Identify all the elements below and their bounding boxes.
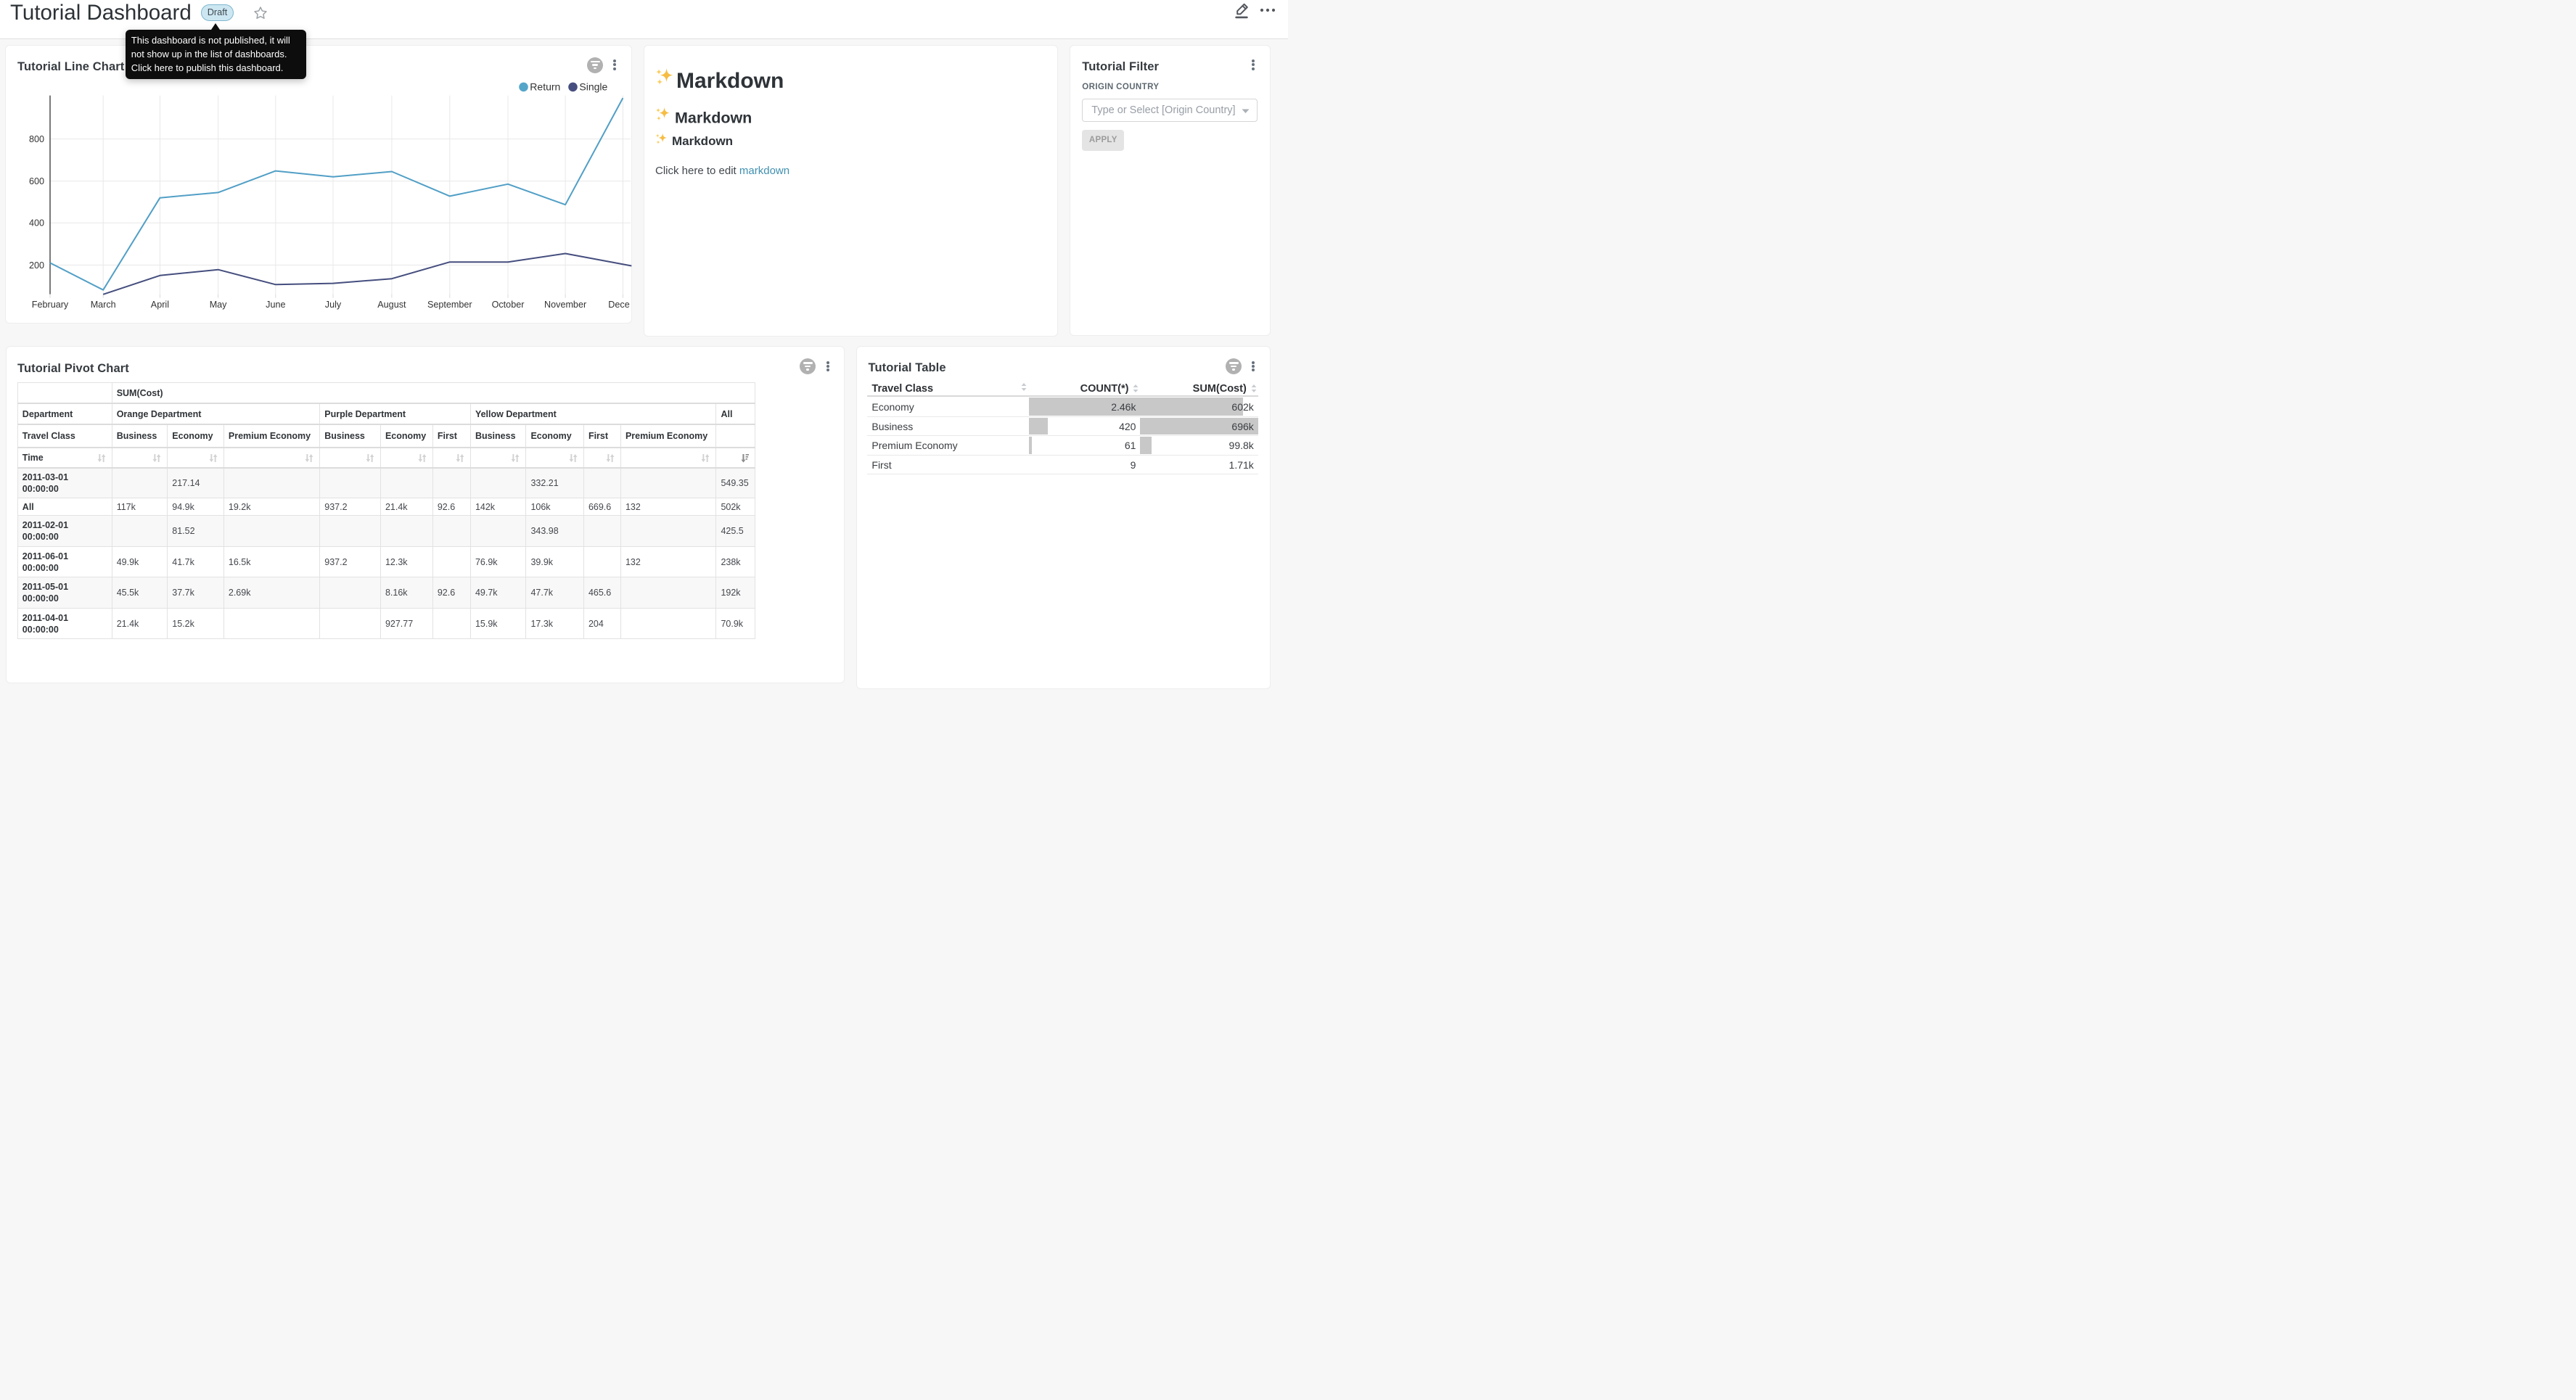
svg-text:200: 200	[29, 260, 44, 271]
svg-text:600: 600	[29, 176, 44, 186]
svg-text:July: July	[325, 300, 342, 310]
svg-text:Dece: Dece	[608, 300, 629, 310]
svg-text:June: June	[266, 300, 285, 310]
svg-text:November: November	[544, 300, 586, 310]
svg-text:April: April	[151, 300, 169, 310]
svg-text:October: October	[492, 300, 525, 310]
svg-text:March: March	[91, 300, 116, 310]
svg-text:February: February	[32, 300, 69, 310]
svg-text:September: September	[427, 300, 472, 310]
svg-text:Return: Return	[530, 81, 560, 93]
svg-text:800: 800	[29, 134, 44, 144]
svg-text:Single: Single	[579, 81, 607, 93]
svg-text:August: August	[377, 300, 406, 310]
svg-text:400: 400	[29, 218, 44, 228]
svg-text:May: May	[210, 300, 227, 310]
